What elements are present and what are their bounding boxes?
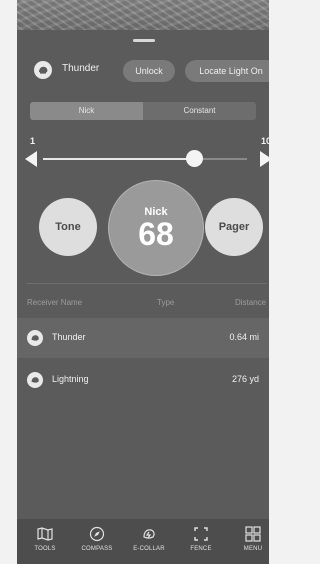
compass-icon [88,525,106,543]
dog-avatar-icon [27,330,43,346]
tab-fence[interactable]: FENCE [175,525,227,561]
decrease-arrow-icon[interactable] [25,151,37,167]
segment-nick[interactable]: Nick [30,102,143,120]
receiver-distance: 276 yd [231,374,259,384]
app-screen: Thunder Unlock Locate Light On Nick Cons… [17,0,269,564]
slider-max-label: 10 [261,136,269,146]
tab-e-collar[interactable]: E-COLLAR [123,525,175,561]
pager-label: Pager [218,221,250,233]
segment-constant[interactable]: Constant [143,102,256,120]
sheet-drag-handle[interactable] [133,39,155,42]
receiver-distance: 0.64 mi [229,332,259,342]
tab-menu[interactable]: MENU [227,525,269,561]
dog-avatar-icon [34,61,52,79]
stim-slider-track[interactable] [43,158,247,160]
receiver-table-header: Receiver Name Type Distance [17,298,269,312]
nick-stim-button[interactable]: Nick 68 [108,180,204,276]
tone-button[interactable]: Tone [39,198,97,256]
fence-icon [192,525,210,543]
ecollar-icon [140,525,158,543]
tab-label: FENCE [190,546,212,552]
map-icon [36,525,54,543]
unlock-button[interactable]: Unlock [123,60,175,82]
tab-label: E-COLLAR [133,546,165,552]
menu-grid-icon [244,525,262,543]
tab-label: TOOLS [34,546,56,552]
table-row[interactable]: Lightning 276 yd [17,360,269,400]
col-distance: Distance [235,298,267,307]
col-receiver-name: Receiver Name [27,298,83,307]
tone-label: Tone [55,221,81,233]
dog-avatar-icon [27,372,43,388]
receiver-name: Lightning [52,374,89,384]
stim-slider-fill [43,158,194,160]
col-type: Type [157,298,175,307]
increase-arrow-icon[interactable] [260,151,269,167]
tab-label: MENU [243,546,263,552]
tab-tools[interactable]: TOOLS [19,525,71,561]
mode-segmented-control: Nick Constant [30,102,256,120]
bottom-tab-bar: TOOLS COMPASS E-COLLAR FENCE MENU [17,518,269,564]
stim-slider-thumb[interactable] [185,150,203,167]
dog-name: Thunder [62,63,100,74]
tab-compass[interactable]: COMPASS [71,525,123,561]
table-row[interactable]: Thunder 0.64 mi [17,318,269,358]
dog-header: Thunder Unlock Locate Light On [17,54,269,86]
section-divider [27,283,267,284]
receiver-name: Thunder [52,332,86,342]
locate-light-button[interactable]: Locate Light On [185,60,269,82]
tab-label: COMPASS [81,546,113,552]
pager-button[interactable]: Pager [205,198,263,256]
slider-min-label: 1 [30,136,36,146]
stim-level-value: 68 [138,216,174,252]
